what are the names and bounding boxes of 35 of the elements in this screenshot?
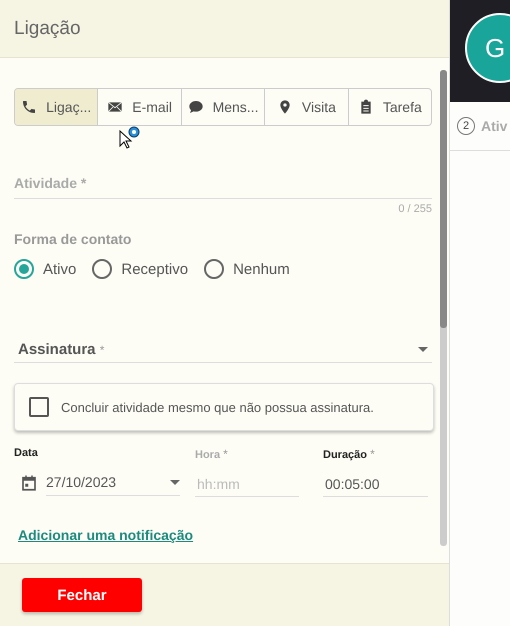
- radio-icon[interactable]: [92, 259, 112, 279]
- close-button[interactable]: Fechar: [22, 578, 142, 612]
- calendar-icon: [20, 474, 38, 492]
- phone-icon: [21, 99, 38, 115]
- radio-option[interactable]: Receptivo: [92, 259, 188, 279]
- activity-tab[interactable]: Ligaç...: [15, 89, 98, 125]
- radio-option[interactable]: Ativo: [14, 259, 76, 279]
- date-label: Data: [14, 447, 39, 459]
- character-counter: 0 / 255: [397, 203, 432, 215]
- add-notification-link[interactable]: Adicionar uma notificação: [18, 527, 194, 543]
- radio-icon[interactable]: [204, 259, 224, 279]
- duration-field[interactable]: 00:05:00: [323, 471, 428, 497]
- time-field[interactable]: hh:mm: [195, 471, 299, 497]
- caret-icon: [170, 480, 180, 484]
- envelope-icon: [107, 99, 124, 115]
- activity-tab[interactable]: Visita: [265, 89, 349, 125]
- activity-tab[interactable]: Mens...: [182, 89, 266, 125]
- date-field[interactable]: 27/10/2023: [46, 469, 180, 496]
- scrollbar-thumb[interactable]: [440, 70, 447, 328]
- contact-label: Forma de contato: [14, 231, 132, 247]
- radio-icon[interactable]: [14, 259, 34, 279]
- activity-tab[interactable]: E-mail: [98, 89, 182, 125]
- radio-option[interactable]: Nenhum: [204, 259, 290, 279]
- signature-select[interactable]: Assinatura *: [14, 337, 432, 363]
- checkbox[interactable]: [29, 397, 49, 417]
- avatar: G: [465, 13, 510, 83]
- dialog-title: Ligação: [14, 18, 81, 40]
- step-number: 2: [457, 117, 475, 135]
- duration-label: Duração *: [323, 447, 376, 461]
- caret-icon: [418, 347, 428, 352]
- time-label: Hora *: [195, 447, 229, 461]
- speech-bubble-icon: [188, 99, 204, 115]
- checkbox-label: Concluir atividade mesmo que não possua assinatura.: [61, 400, 374, 414]
- activity-tab[interactable]: Tarefa: [348, 89, 431, 125]
- step-tab[interactable]: 2 Ativ: [450, 102, 510, 151]
